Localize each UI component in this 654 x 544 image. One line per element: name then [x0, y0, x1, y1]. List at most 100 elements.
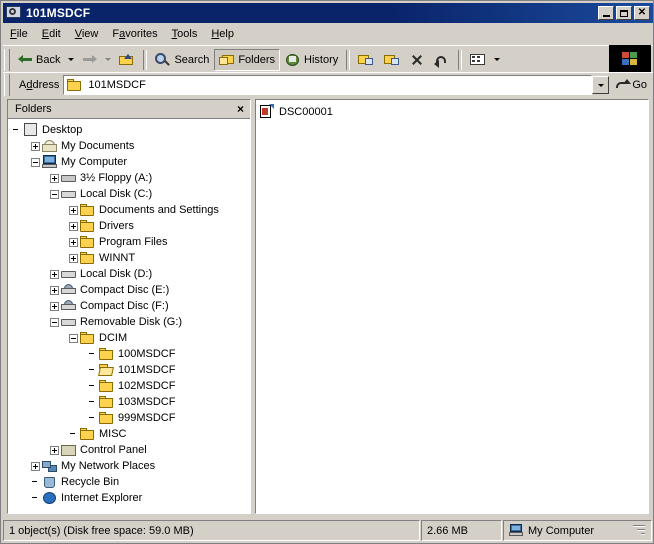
- views-dropdown-icon[interactable]: [494, 58, 501, 61]
- tree-item-label: MISC: [99, 428, 127, 440]
- tree-item[interactable]: WINNT: [8, 250, 250, 266]
- tree-item[interactable]: Local Disk (C:): [8, 186, 250, 202]
- tree-item[interactable]: My Computer: [8, 154, 250, 170]
- menu-file[interactable]: File: [3, 26, 35, 42]
- menu-tools[interactable]: Tools: [165, 26, 205, 42]
- undo-button[interactable]: [429, 49, 455, 71]
- copy-to-button[interactable]: [379, 49, 405, 71]
- tree-item[interactable]: DCIM: [8, 330, 250, 346]
- menu-help[interactable]: Help: [204, 26, 241, 42]
- expand-icon[interactable]: [50, 301, 59, 311]
- tree-item[interactable]: My Documents: [8, 138, 250, 154]
- minimize-button[interactable]: [598, 6, 614, 20]
- folders-button[interactable]: Folders: [214, 48, 281, 71]
- tree-item[interactable]: Documents and Settings: [8, 202, 250, 218]
- maximize-button[interactable]: [616, 6, 632, 20]
- file-list-pane[interactable]: DSC00001: [255, 99, 649, 514]
- status-size-text: 2.66 MB: [427, 524, 468, 537]
- tree-item[interactable]: Program Files: [8, 234, 250, 250]
- cd-drive-icon: [61, 284, 77, 296]
- expand-icon[interactable]: [31, 141, 40, 151]
- menu-view[interactable]: View: [68, 26, 106, 42]
- close-icon[interactable]: ×: [235, 103, 246, 115]
- collapse-icon[interactable]: [31, 157, 40, 167]
- expand-icon[interactable]: [69, 221, 78, 231]
- tree-item[interactable]: 100MSDCF: [8, 346, 250, 362]
- tree-item-label: My Network Places: [61, 460, 156, 472]
- tree-item[interactable]: Recycle Bin: [8, 474, 250, 490]
- expand-icon[interactable]: [31, 461, 40, 471]
- tree-item[interactable]: Desktop: [8, 122, 250, 138]
- delete-button[interactable]: [405, 49, 429, 71]
- tree-item[interactable]: Removable Disk (G:): [8, 314, 250, 330]
- tree-item[interactable]: My Network Places: [8, 458, 250, 474]
- up-button[interactable]: [114, 49, 140, 71]
- tree-item[interactable]: Compact Disc (F:): [8, 298, 250, 314]
- removable-drive-icon: [61, 316, 77, 328]
- image-file-icon: [259, 103, 274, 119]
- folders-icon: [219, 53, 235, 67]
- toolbar-grip[interactable]: [4, 48, 10, 71]
- status-zone-panel: My Computer: [503, 520, 652, 541]
- tree-item[interactable]: Control Panel: [8, 442, 250, 458]
- tree-item[interactable]: MISC: [8, 426, 250, 442]
- back-dropdown-icon[interactable]: [68, 58, 75, 61]
- go-button[interactable]: Go: [610, 78, 653, 92]
- recycle-bin-icon: [42, 475, 58, 489]
- expand-icon[interactable]: [50, 445, 59, 455]
- tree-item[interactable]: 999MSDCF: [8, 410, 250, 426]
- forward-dropdown-icon[interactable]: [105, 58, 112, 61]
- tree-item[interactable]: Compact Disc (E:): [8, 282, 250, 298]
- expand-icon[interactable]: [69, 205, 78, 215]
- address-dropdown-button[interactable]: [592, 76, 610, 94]
- back-button-label: Back: [36, 53, 61, 66]
- tree-item-label: WINNT: [99, 252, 136, 264]
- menu-favorites[interactable]: Favorites: [105, 26, 164, 42]
- cd-drive-icon: [61, 300, 77, 312]
- go-icon: [615, 78, 632, 92]
- expand-icon[interactable]: [50, 285, 59, 295]
- tree-item[interactable]: Internet Explorer: [8, 490, 250, 506]
- hard-drive-icon: [61, 188, 77, 200]
- address-bar-grip[interactable]: [4, 74, 10, 96]
- folder-icon: [99, 411, 115, 425]
- forward-button[interactable]: [77, 49, 102, 71]
- window-body: Folders × Desktop My Documents My Computer…: [3, 97, 653, 516]
- collapse-icon[interactable]: [50, 317, 59, 327]
- tree-item-label: 101MSDCF: [118, 364, 176, 376]
- expand-icon[interactable]: [50, 269, 59, 279]
- folder-icon: [99, 347, 115, 361]
- move-to-button[interactable]: [353, 49, 379, 71]
- collapse-icon[interactable]: [69, 333, 78, 343]
- tree-item[interactable]: Drivers: [8, 218, 250, 234]
- expand-icon[interactable]: [69, 253, 78, 263]
- tree-item[interactable]: 102MSDCF: [8, 378, 250, 394]
- menu-edit[interactable]: Edit: [35, 26, 68, 42]
- address-input[interactable]: 101MSDCF: [63, 75, 593, 95]
- tree-item[interactable]: 103MSDCF: [8, 394, 250, 410]
- tree-item[interactable]: 101MSDCF: [8, 362, 250, 378]
- my-documents-icon: [42, 139, 58, 153]
- close-button[interactable]: ✕: [634, 6, 650, 20]
- tree-item-label: Recycle Bin: [61, 476, 120, 488]
- title-bar: 101MSDCF ✕: [3, 3, 653, 23]
- tree-item[interactable]: Local Disk (D:): [8, 266, 250, 282]
- tree-item[interactable]: 3½ Floppy (A:): [8, 170, 250, 186]
- list-item[interactable]: DSC00001: [259, 103, 648, 120]
- tree-spacer: [88, 350, 97, 359]
- expand-icon[interactable]: [69, 237, 78, 247]
- collapse-icon[interactable]: [50, 189, 59, 199]
- folder-icon: [80, 251, 96, 265]
- resize-grip[interactable]: [632, 524, 646, 538]
- tree-item-label: Program Files: [99, 236, 168, 248]
- folder-tree[interactable]: Desktop My Documents My Computer 3½ Floppy …: [8, 119, 250, 513]
- go-button-label: Go: [632, 79, 647, 91]
- search-button[interactable]: Search: [150, 49, 214, 71]
- back-button[interactable]: Back: [13, 49, 65, 71]
- history-button[interactable]: History: [280, 49, 343, 71]
- list-item-label: DSC00001: [279, 105, 333, 118]
- tree-item-label: 999MSDCF: [118, 412, 176, 424]
- views-button[interactable]: [465, 49, 491, 71]
- expand-icon[interactable]: [50, 173, 59, 183]
- menu-tools-label: ools: [177, 28, 198, 40]
